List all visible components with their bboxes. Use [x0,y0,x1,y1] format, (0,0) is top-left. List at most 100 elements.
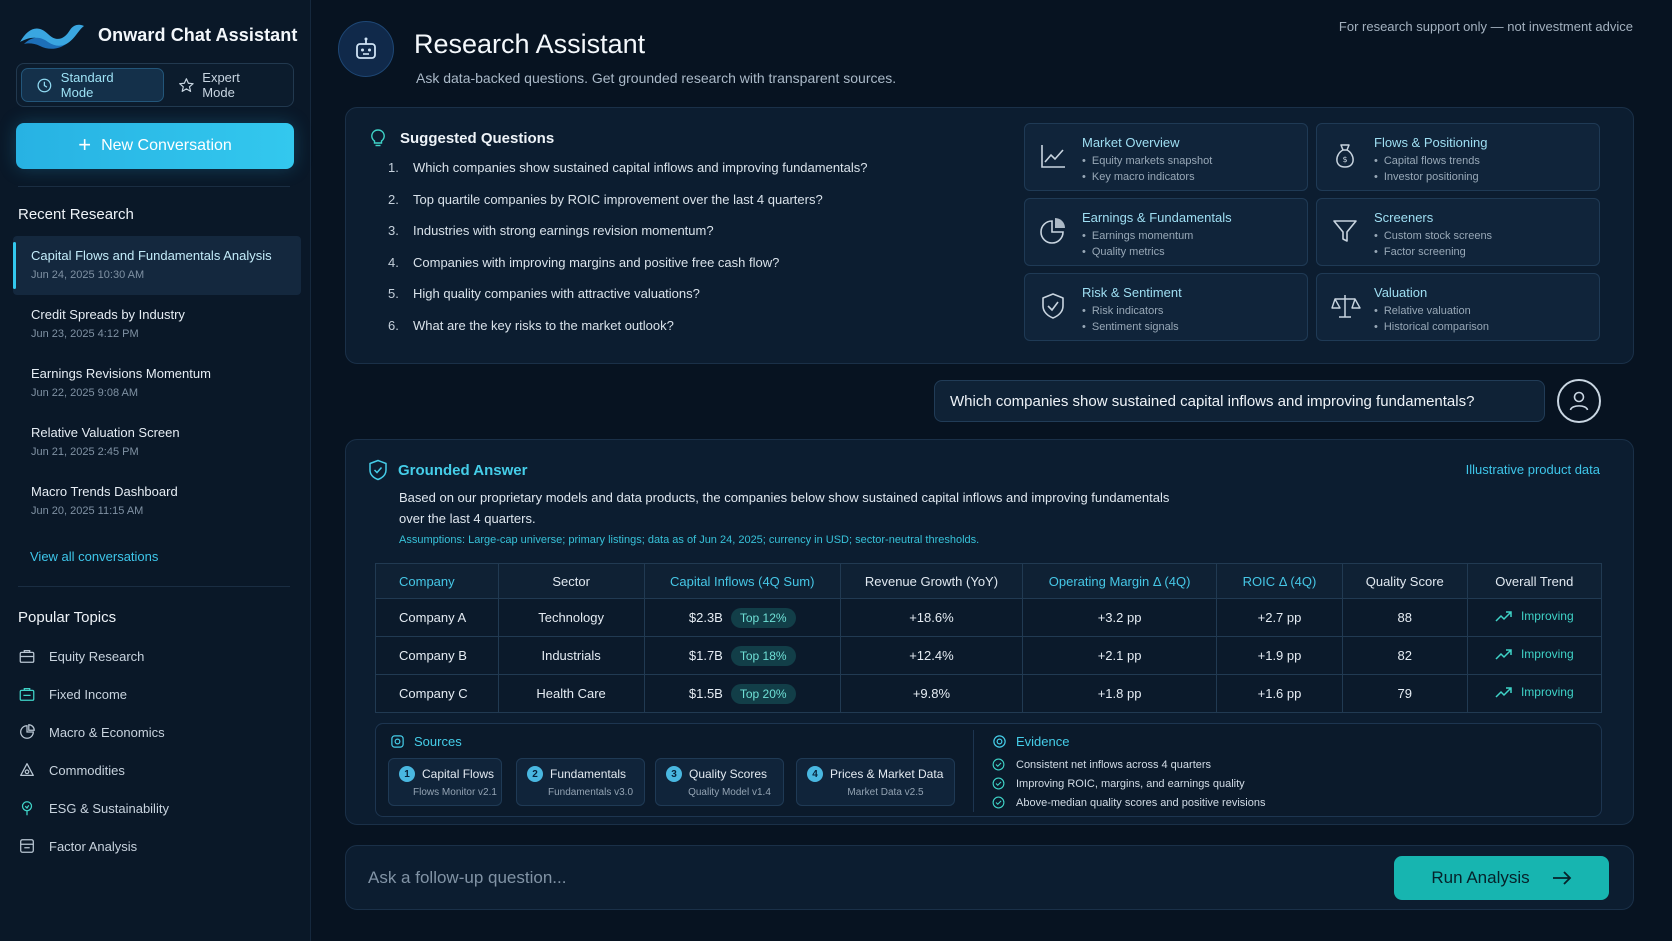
tile-bullet: Factor screening [1374,246,1466,258]
topic-esg-sustainability[interactable]: ESG & Sustainability [18,789,290,827]
recent-item[interactable]: Credit Spreads by Industry Jun 23, 2025 … [13,295,301,354]
pie-icon [20,724,35,739]
cell-sector: Technology [497,598,645,637]
view-all-conversations-link[interactable]: View all conversations [30,549,158,564]
new-conversation-button[interactable]: + New Conversation [16,123,294,169]
sources-icon [391,735,404,748]
tile-bullet: Capital flows trends [1374,155,1480,167]
tile-title: Earnings & Fundamentals [1082,210,1232,225]
tile-bullet: Equity markets snapshot [1082,155,1212,167]
brand-title: Onward Chat Assistant [98,24,298,45]
grounded-answer-title: Grounded Answer [398,461,528,479]
divider [18,586,290,587]
suggested-questions-header: Suggested Questions [368,128,554,148]
recent-item-date: Jun 24, 2025 10:30 AM [31,269,145,281]
plus-icon: + [78,132,92,157]
recent-item[interactable]: Earnings Revisions Momentum Jun 22, 2025… [13,354,301,413]
source-title: Capital Flows [422,767,495,781]
trend-up-icon [1495,687,1512,698]
recent-item[interactable]: Macro Trends Dashboard Jun 20, 2025 11:1… [13,472,301,531]
topic-equity-research[interactable]: Equity Research [18,637,290,675]
topic-fixed-income[interactable]: Fixed Income [18,675,290,713]
tile-bullet: Earnings momentum [1082,230,1194,242]
source-chip[interactable]: 1 Capital Flows Flows Monitor v2.1 [388,758,502,806]
check-circle-icon [992,796,1005,809]
column-header[interactable]: ROIC Δ (4Q) [1216,563,1343,599]
tile-risk-sentiment[interactable]: Risk & Sentiment Risk indicators Sentime… [1024,273,1308,341]
column-header[interactable]: Quality Score [1341,563,1468,599]
source-number: 1 [399,766,415,782]
column-header[interactable]: Operating Margin Δ (4Q) [1022,563,1218,599]
divider [973,730,974,812]
topic-commodities[interactable]: Commodities [18,751,290,789]
recent-item-title: Credit Spreads by Industry [31,307,185,322]
pie-chart-icon [1040,218,1065,244]
followup-input[interactable] [368,863,1268,893]
table-row[interactable]: Company B Industrials $1.7B Top 18% +12.4… [375,636,1603,675]
bond-icon [19,687,35,701]
suggested-question[interactable]: 1. Which companies show sustained capital… [388,160,868,192]
run-analysis-button[interactable]: Run Analysis [1394,856,1609,900]
cell-trend: Improving [1466,598,1603,637]
tile-valuation[interactable]: Valuation Relative valuation Historical … [1316,273,1600,341]
suggested-question[interactable]: 2. Top quartile companies by ROIC improve… [388,192,868,224]
suggested-question[interactable]: 3. Industries with strong earnings revisi… [388,223,868,255]
check-circle-icon [992,777,1005,790]
standard-mode-button[interactable]: Standard Mode [21,68,164,102]
cell-company: Company C [375,674,499,713]
shield-icon [1042,293,1064,319]
source-version: Quality Model v1.4 [688,787,771,798]
question-text: High quality companies with attractive v… [413,286,700,301]
source-chip[interactable]: 4 Prices & Market Data Market Data v2.5 [796,758,955,806]
topic-factor-analysis[interactable]: Factor Analysis [18,827,290,865]
evidence-text: Consistent net inflows across 4 quarters [1016,758,1212,771]
topic-macro-economics[interactable]: Macro & Economics [18,713,290,751]
source-version: Fundamentals v3.0 [547,787,634,798]
source-version: Market Data v2.5 [847,787,924,798]
tile-screeners[interactable]: Screeners Custom stock screens Factor sc… [1316,198,1600,266]
recent-item-title: Earnings Revisions Momentum [31,366,211,381]
recent-item[interactable]: Relative Valuation Screen Jun 21, 2025 2… [13,413,301,472]
inflow-value: $1.7B [688,647,723,663]
cell-revenue: +9.8% [839,674,1024,713]
sources-evidence-panel: Sources 1 Capital Flows Flows Monitor v2… [375,723,1602,817]
column-header[interactable]: Company [375,563,499,599]
suggested-question[interactable]: 6. What are the key risks to the market o… [388,318,868,350]
question-text: Industries with strong earnings revision… [413,223,714,238]
recent-item-title: Macro Trends Dashboard [31,484,178,499]
trend-up-icon [1495,611,1512,622]
suggested-question[interactable]: 4. Companies with improving margins and p… [388,255,868,287]
topic-label: Macro & Economics [49,724,165,740]
cell-sector: Industrials [497,636,645,675]
topic-label: ESG & Sustainability [49,800,169,816]
suggested-question[interactable]: 5. High quality companies with attractive… [388,286,868,318]
column-header[interactable]: Sector [497,563,645,599]
tile-bullet: Relative valuation [1374,305,1471,317]
tile-earnings-fundamentals[interactable]: Earnings & Fundamentals Earnings momentu… [1024,198,1308,266]
source-chip[interactable]: 2 Fundamentals Fundamentals v3.0 [516,758,645,806]
brand[interactable]: Onward Chat Assistant [18,20,297,50]
column-header[interactable]: Capital Inflows (4Q Sum) [643,563,841,599]
column-header[interactable]: Overall Trend [1466,563,1603,599]
table-row[interactable]: Company C Health Care $1.5B Top 20% +9.8%… [375,674,1603,713]
tile-flows-positioning[interactable]: $ Flows & Positioning Capital flows tren… [1316,123,1600,191]
sources-title: Sources [414,734,462,749]
evidence-item: Improving ROIC, margins, and earnings qu… [992,774,1265,793]
recent-item[interactable]: Capital Flows and Fundamentals Analysis … [13,236,301,295]
robot-avatar [338,21,394,77]
cell-company: Company B [375,636,499,675]
lightbulb-icon [371,129,385,147]
answer-assumptions: Assumptions: Large-cap universe; primary… [399,534,980,546]
table-row[interactable]: Company A Technology $2.3B Top 12% +18.6%… [375,598,1603,637]
recent-list: Capital Flows and Fundamentals Analysis … [13,236,301,531]
cell-roic: +1.9 pp [1216,636,1343,675]
tile-bullet: Investor positioning [1374,171,1479,183]
cell-inflows: $1.7B Top 18% [643,636,841,675]
source-chip[interactable]: 3 Quality Scores Quality Model v1.4 [655,758,784,806]
cell-trend: Improving [1466,636,1603,675]
expert-mode-label: Expert Mode [202,70,240,100]
expert-mode-button[interactable]: Expert Mode [164,68,289,102]
tile-market-overview[interactable]: Market Overview Equity markets snapshot … [1024,123,1308,191]
user-avatar[interactable] [1557,379,1601,423]
column-header[interactable]: Revenue Growth (YoY) [839,563,1024,599]
